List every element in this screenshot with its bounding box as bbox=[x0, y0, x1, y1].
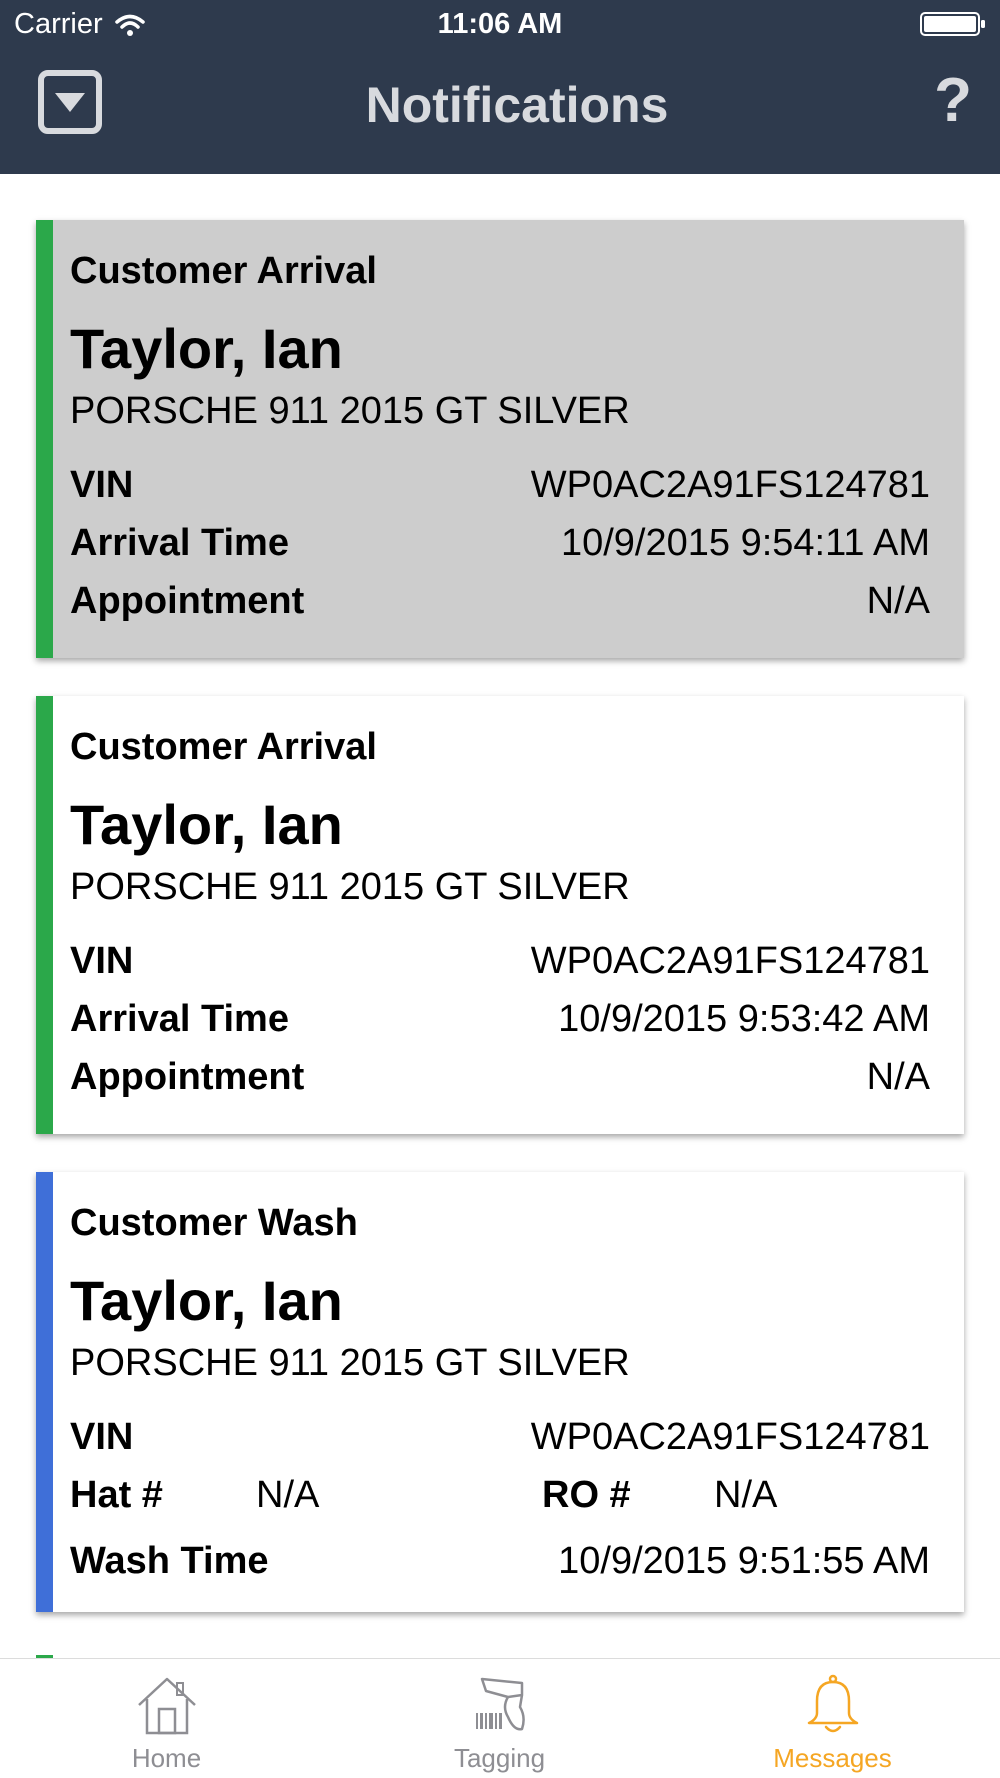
notification-card[interactable]: Customer Arrival Taylor, Ian PORSCHE 911… bbox=[36, 220, 964, 658]
arrival-time-value: 10/9/2015 9:54:11 AM bbox=[560, 522, 930, 564]
arrival-status-stripe bbox=[36, 696, 53, 1134]
tab-home-label: Home bbox=[131, 1743, 202, 1773]
hat-number-label: Hat # bbox=[70, 1474, 163, 1516]
appointment-value: N/A bbox=[866, 580, 930, 622]
arrival-time-label: Arrival Time bbox=[70, 998, 289, 1040]
tab-tagging-label: Tagging bbox=[453, 1743, 546, 1773]
bell-icon bbox=[807, 1674, 858, 1733]
battery-icon bbox=[920, 12, 985, 36]
arrival-time-value: 10/9/2015 9:53:42 AM bbox=[558, 998, 930, 1040]
wash-time-value: 10/9/2015 9:51:55 AM bbox=[558, 1540, 930, 1582]
status-time: 11:06 AM bbox=[437, 8, 563, 40]
wash-status-stripe bbox=[36, 1172, 53, 1612]
notification-type: Customer Wash bbox=[70, 1202, 358, 1244]
page-title: Notifications bbox=[365, 77, 669, 133]
vehicle-description: PORSCHE 911 2015 GT SILVER bbox=[70, 866, 630, 908]
appointment-label: Appointment bbox=[70, 1056, 305, 1098]
notification-card[interactable]: Customer Wash Taylor, Ian PORSCHE 911 20… bbox=[36, 1172, 964, 1612]
tab-messages-label: Messages bbox=[773, 1743, 892, 1773]
arrival-time-label: Arrival Time bbox=[70, 522, 289, 564]
appointment-value: N/A bbox=[866, 1056, 930, 1098]
vin-label: VIN bbox=[70, 1416, 134, 1458]
tab-messages[interactable]: Messages bbox=[666, 1659, 999, 1778]
vin-value: WP0AC2A91FS124781 bbox=[530, 1416, 930, 1458]
notification-type: Customer Arrival bbox=[70, 250, 377, 292]
ro-number-label: RO # bbox=[542, 1474, 631, 1516]
customer-name: Taylor, Ian bbox=[70, 793, 343, 856]
vin-value: WP0AC2A91FS124781 bbox=[530, 464, 930, 506]
home-icon bbox=[137, 1677, 196, 1735]
arrival-status-stripe bbox=[36, 220, 53, 658]
notification-type: Customer Arrival bbox=[70, 726, 377, 768]
customer-name: Taylor, Ian bbox=[70, 1269, 343, 1332]
help-button[interactable]: ? bbox=[934, 70, 972, 132]
vehicle-description: PORSCHE 911 2015 GT SILVER bbox=[70, 1342, 630, 1384]
hat-number-value: N/A bbox=[256, 1474, 320, 1516]
wash-time-label: Wash Time bbox=[70, 1540, 269, 1582]
vin-label: VIN bbox=[70, 464, 134, 506]
vehicle-description: PORSCHE 911 2015 GT SILVER bbox=[70, 390, 630, 432]
navigation-bar: Carrier 11:06 AM Notifications ? bbox=[0, 0, 1000, 174]
tab-home[interactable]: Home bbox=[0, 1659, 333, 1778]
vin-label: VIN bbox=[70, 940, 134, 982]
vin-value: WP0AC2A91FS124781 bbox=[530, 940, 930, 982]
appointment-label: Appointment bbox=[70, 580, 305, 622]
barcode-scanner-icon bbox=[475, 1677, 525, 1731]
notification-card[interactable]: Customer Arrival Taylor, Ian PORSCHE 911… bbox=[36, 696, 964, 1134]
ro-number-value: N/A bbox=[714, 1474, 778, 1516]
tab-tagging[interactable]: Tagging bbox=[333, 1659, 666, 1778]
tab-bar: Home Tagging Messages bbox=[0, 1658, 1000, 1778]
notification-list[interactable]: Customer Arrival Taylor, Ian PORSCHE 911… bbox=[0, 174, 1000, 1658]
customer-name: Taylor, Ian bbox=[70, 317, 343, 380]
